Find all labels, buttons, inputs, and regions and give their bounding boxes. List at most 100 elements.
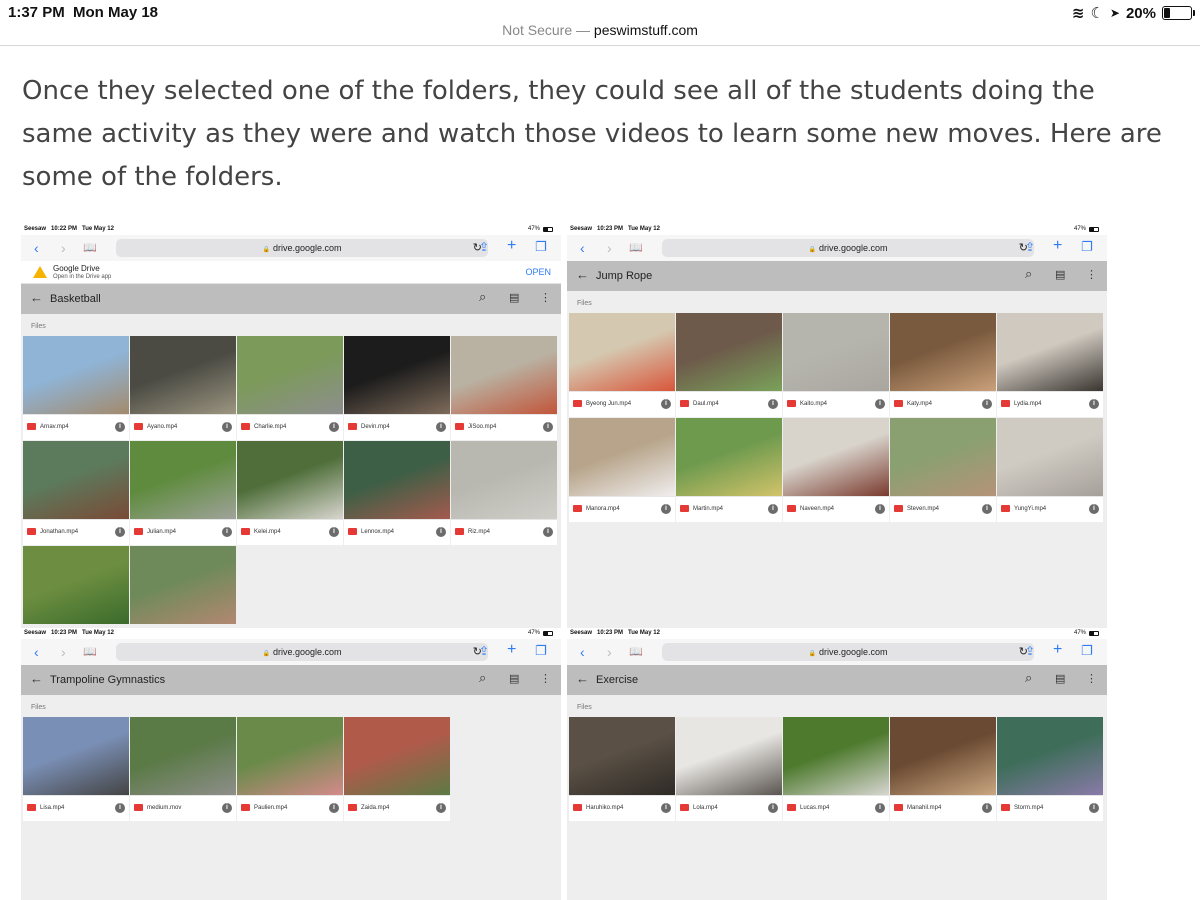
video-thumbnail[interactable] (344, 336, 450, 414)
info-icon[interactable]: i (1089, 399, 1099, 409)
search-icon[interactable]: ⌕ (1025, 670, 1032, 686)
folder-back-icon[interactable]: ← (30, 671, 43, 686)
folder-back-icon[interactable]: ← (30, 290, 43, 305)
video-thumbnail[interactable] (783, 313, 889, 391)
file-tile[interactable]: YungYi.mp4 i (997, 418, 1103, 522)
video-thumbnail[interactable] (344, 441, 450, 519)
video-thumbnail[interactable] (451, 336, 557, 414)
url-field[interactable]: 🔒 drive.google.com ↻ (116, 239, 488, 257)
info-icon[interactable]: i (329, 527, 339, 537)
video-thumbnail[interactable] (997, 717, 1103, 795)
video-thumbnail[interactable] (569, 313, 675, 391)
file-tile[interactable]: Julian.mp4 i (130, 441, 236, 545)
video-thumbnail[interactable] (237, 336, 343, 414)
info-icon[interactable]: i (222, 527, 232, 537)
file-tile[interactable]: Lola.mp4 i (676, 717, 782, 821)
file-tile[interactable]: Charlie.mp4 i (237, 336, 343, 440)
info-icon[interactable]: i (875, 803, 885, 813)
url-field[interactable]: 🔒 drive.google.com ↻ (662, 643, 1034, 661)
tabs-icon[interactable]: ❐ (535, 239, 547, 255)
file-tile[interactable]: Zaida.mp4 i (344, 717, 450, 821)
file-tile[interactable] (23, 546, 129, 628)
back-icon[interactable]: ‹ (580, 240, 585, 256)
add-tab-icon[interactable]: + (1053, 237, 1062, 255)
info-icon[interactable]: i (436, 527, 446, 537)
file-tile[interactable]: Riz.mp4 i (451, 441, 557, 545)
file-tile[interactable]: Martin.mp4 i (676, 418, 782, 522)
video-thumbnail[interactable] (23, 717, 129, 795)
video-thumbnail[interactable] (451, 441, 557, 519)
video-thumbnail[interactable] (23, 336, 129, 414)
share-icon[interactable]: ⇪ (479, 644, 489, 658)
video-thumbnail[interactable] (23, 441, 129, 519)
video-thumbnail[interactable] (130, 441, 236, 519)
file-tile[interactable]: Daul.mp4 i (676, 313, 782, 417)
info-icon[interactable]: i (661, 504, 671, 514)
file-tile[interactable]: Kaito.mp4 i (783, 313, 889, 417)
info-icon[interactable]: i (768, 803, 778, 813)
list-view-icon[interactable]: ▤ (509, 672, 519, 685)
video-thumbnail[interactable] (997, 313, 1103, 391)
list-view-icon[interactable]: ▤ (1055, 672, 1065, 685)
address-bar[interactable]: Not Secure — peswimstuff.com (0, 22, 1200, 46)
tabs-icon[interactable]: ❐ (535, 643, 547, 659)
add-tab-icon[interactable]: + (507, 237, 516, 255)
video-thumbnail[interactable] (676, 313, 782, 391)
file-tile[interactable]: Manahil.mp4 i (890, 717, 996, 821)
file-tile[interactable] (130, 546, 236, 628)
info-icon[interactable]: i (115, 527, 125, 537)
info-icon[interactable]: i (543, 422, 553, 432)
info-icon[interactable]: i (875, 399, 885, 409)
forward-icon[interactable]: › (61, 644, 66, 660)
video-thumbnail[interactable] (569, 418, 675, 496)
file-tile[interactable]: Ayano.mp4 i (130, 336, 236, 440)
file-tile[interactable]: medium.mov i (130, 717, 236, 821)
info-icon[interactable]: i (115, 803, 125, 813)
file-tile[interactable]: Naveen.mp4 i (783, 418, 889, 522)
info-icon[interactable]: i (875, 504, 885, 514)
info-icon[interactable]: i (982, 504, 992, 514)
bookmarks-icon[interactable]: 📖 (629, 241, 643, 254)
video-thumbnail[interactable] (130, 336, 236, 414)
info-icon[interactable]: i (1089, 803, 1099, 813)
file-tile[interactable]: Storm.mp4 i (997, 717, 1103, 821)
forward-icon[interactable]: › (607, 240, 612, 256)
more-icon[interactable]: ⋮ (1086, 268, 1097, 281)
file-tile[interactable]: Lisa.mp4 i (23, 717, 129, 821)
video-thumbnail[interactable] (237, 441, 343, 519)
video-thumbnail[interactable] (344, 717, 450, 795)
file-tile[interactable]: Katy.mp4 i (890, 313, 996, 417)
file-tile[interactable]: Arnav.mp4 i (23, 336, 129, 440)
url-field[interactable]: 🔒 drive.google.com ↻ (116, 643, 488, 661)
more-icon[interactable]: ⋮ (1086, 672, 1097, 685)
file-tile[interactable]: Lydia.mp4 i (997, 313, 1103, 417)
info-icon[interactable]: i (661, 399, 671, 409)
list-view-icon[interactable]: ▤ (509, 291, 519, 304)
file-tile[interactable]: Devin.mp4 i (344, 336, 450, 440)
forward-icon[interactable]: › (607, 644, 612, 660)
info-icon[interactable]: i (982, 803, 992, 813)
more-icon[interactable]: ⋮ (540, 291, 551, 304)
info-icon[interactable]: i (436, 803, 446, 813)
info-icon[interactable]: i (768, 504, 778, 514)
more-icon[interactable]: ⋮ (540, 672, 551, 685)
add-tab-icon[interactable]: + (1053, 641, 1062, 659)
file-tile[interactable]: Lucas.mp4 i (783, 717, 889, 821)
file-tile[interactable]: Byeong Jun.mp4 i (569, 313, 675, 417)
video-thumbnail[interactable] (890, 418, 996, 496)
open-app-button[interactable]: OPEN (525, 267, 551, 277)
video-thumbnail[interactable] (237, 717, 343, 795)
file-tile[interactable]: Haruhiko.mp4 i (569, 717, 675, 821)
folder-back-icon[interactable]: ← (576, 267, 589, 282)
back-icon[interactable]: ‹ (580, 644, 585, 660)
forward-icon[interactable]: › (61, 240, 66, 256)
file-tile[interactable]: Lennox.mp4 i (344, 441, 450, 545)
search-icon[interactable]: ⌕ (1025, 266, 1032, 282)
back-icon[interactable]: ‹ (34, 644, 39, 660)
video-thumbnail[interactable] (23, 546, 129, 624)
info-icon[interactable]: i (329, 422, 339, 432)
info-icon[interactable]: i (329, 803, 339, 813)
file-tile[interactable]: JiSoo.mp4 i (451, 336, 557, 440)
video-thumbnail[interactable] (783, 418, 889, 496)
back-icon[interactable]: ‹ (34, 240, 39, 256)
